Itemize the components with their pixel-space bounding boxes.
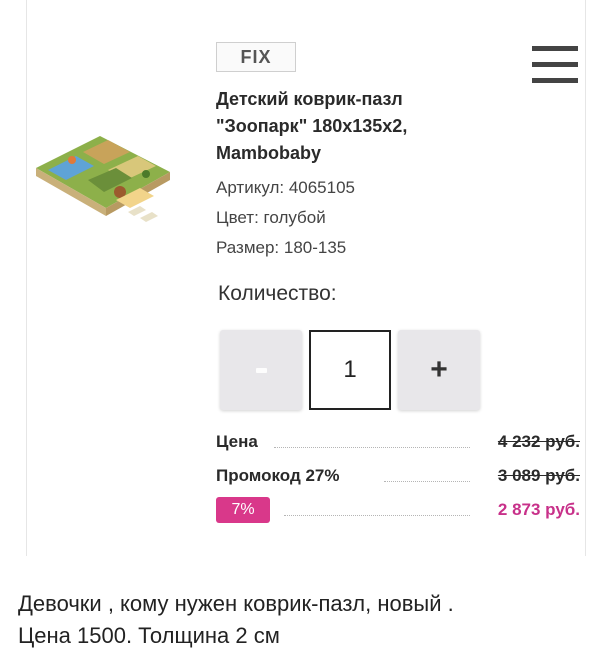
- product-title-line: Mambobaby: [216, 143, 322, 163]
- quantity-input[interactable]: [309, 330, 391, 410]
- product-title-line: Детский коврик-пазл: [216, 89, 403, 109]
- product-article: Артикул: 4065105: [216, 178, 356, 197]
- puzzle-mat-image: [36, 136, 170, 222]
- menu-bar: [532, 62, 578, 67]
- promo-row: Промокод 27% 3 089 руб.: [216, 466, 580, 490]
- quantity-decrease-button[interactable]: [220, 330, 302, 410]
- price-label: Цена: [216, 432, 258, 451]
- quantity-label: Количество:: [218, 282, 337, 305]
- product-color: Цвет: голубой: [216, 208, 326, 227]
- product-card: FIX Детский коврик-пазл "Зоопарк" 180x13…: [0, 0, 600, 556]
- promo-value: 3 089 руб.: [497, 466, 580, 485]
- caption-line: Цена 1500. Толщина 2 см: [18, 623, 280, 648]
- minus-icon: [255, 367, 267, 373]
- dotted-leader: [284, 515, 470, 516]
- product-size: Размер: 180-135: [216, 238, 347, 257]
- final-price-value: 2 873 руб.: [497, 500, 580, 519]
- menu-icon[interactable]: [532, 44, 578, 86]
- product-title[interactable]: Детский коврик-пазл "Зоопарк" 180x135x2,…: [216, 86, 516, 167]
- menu-bar: [532, 46, 578, 51]
- fix-badge: FIX: [216, 42, 296, 72]
- price-row: Цена 4 232 руб.: [216, 432, 580, 456]
- card-border: [26, 0, 586, 18]
- dotted-leader: [384, 481, 470, 482]
- price-value: 4 232 руб.: [497, 432, 580, 451]
- final-price-row: 7% 2 873 руб.: [216, 497, 580, 524]
- message-caption: Девочки , кому нужен коврик-пазл, новый …: [18, 588, 593, 652]
- discount-badge: 7%: [216, 497, 270, 523]
- menu-bar: [532, 78, 578, 83]
- quantity-increase-button[interactable]: +: [398, 330, 480, 410]
- dotted-leader: [274, 447, 470, 448]
- promo-label: Промокод 27%: [216, 466, 340, 485]
- caption-line: Девочки , кому нужен коврик-пазл, новый …: [18, 591, 454, 616]
- product-title-line: "Зоопарк" 180x135x2,: [216, 116, 408, 136]
